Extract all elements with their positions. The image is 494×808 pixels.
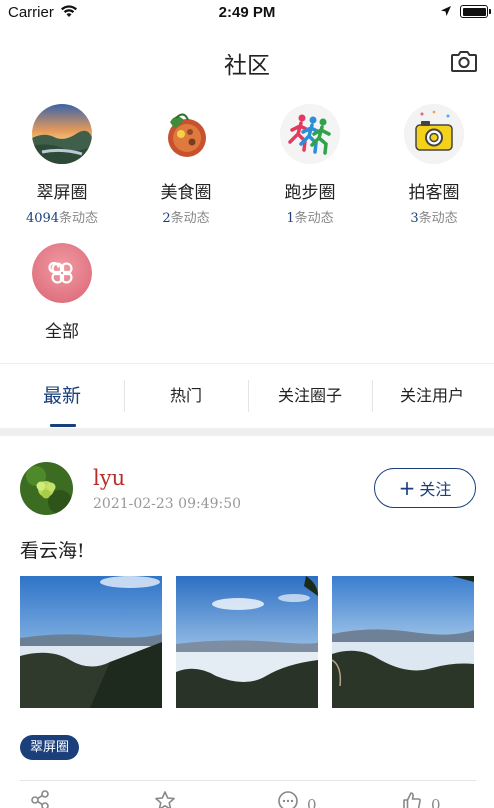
comment-icon [278,791,298,808]
circle-name: 翠屏圈 [36,183,88,203]
post-timestamp: 2021-02-23 09:49:50 [93,496,242,512]
favorite-button[interactable] [154,790,176,808]
comment-count: 0 [307,796,317,808]
follow-label: 关注 [419,480,452,499]
circle-photo[interactable]: 拍客圈 3条动态 [372,104,494,226]
comment-button[interactable]: 0 [277,790,317,808]
battery-icon [460,5,491,18]
post-image[interactable] [176,576,318,708]
circle-name: 全部 [45,322,79,342]
section-spacer [0,428,494,436]
tab-followed-circles[interactable]: 关注圈子 [248,364,372,428]
like-button[interactable]: 0 [401,790,441,808]
circle-all[interactable]: 全部 [0,243,124,342]
tab-hot[interactable]: 热门 [124,364,248,428]
post-text: 看云海! [20,540,85,562]
circle-running[interactable]: 跑步圈 1条动态 [248,104,372,226]
post-image[interactable] [332,576,474,708]
circle-count: 1条动态 [286,211,334,226]
post-image[interactable] [20,576,162,708]
food-avatar [156,104,216,164]
active-tab-indicator [50,424,76,427]
tab-followed-users[interactable]: 关注用户 [370,364,494,428]
camera-icon[interactable] [450,48,478,74]
post-username[interactable]: lyu [93,466,125,490]
feed-tabs: 最新 热门 关注圈子 关注用户 [0,364,494,428]
location-arrow-icon [441,6,451,16]
circle-tag[interactable]: 翠屏圈 [20,735,80,760]
circle-name: 跑步圈 [284,183,336,203]
avatar[interactable] [20,462,73,515]
plus-icon: + [398,476,416,500]
share-icon [31,790,49,808]
all-grid-avatar [32,243,92,303]
star-icon [155,791,175,808]
camera-avatar [404,104,464,164]
like-count: 0 [431,796,441,808]
circle-name: 美食圈 [160,183,212,203]
circle-food[interactable]: 美食圈 2条动态 [124,104,248,226]
status-time: 2:49 PM [218,4,276,21]
circle-cuiping[interactable]: 翠屏圈 4094条动态 [0,104,124,226]
status-bar: Carrier 2:49 PM [0,0,494,26]
circle-name: 拍客圈 [408,183,460,203]
circle-count: 3条动态 [410,211,458,226]
page-title: 社区 [224,53,270,79]
tab-latest[interactable]: 最新 [0,364,124,428]
circle-count: 4094条动态 [25,211,99,226]
action-divider [20,780,476,781]
follow-button[interactable]: + 关注 [374,468,476,508]
share-button[interactable] [30,790,50,808]
thumbs-up-icon [403,792,421,808]
circle-count: 2条动态 [162,211,210,226]
runners-avatar [280,104,340,164]
landscape-avatar [32,104,92,164]
